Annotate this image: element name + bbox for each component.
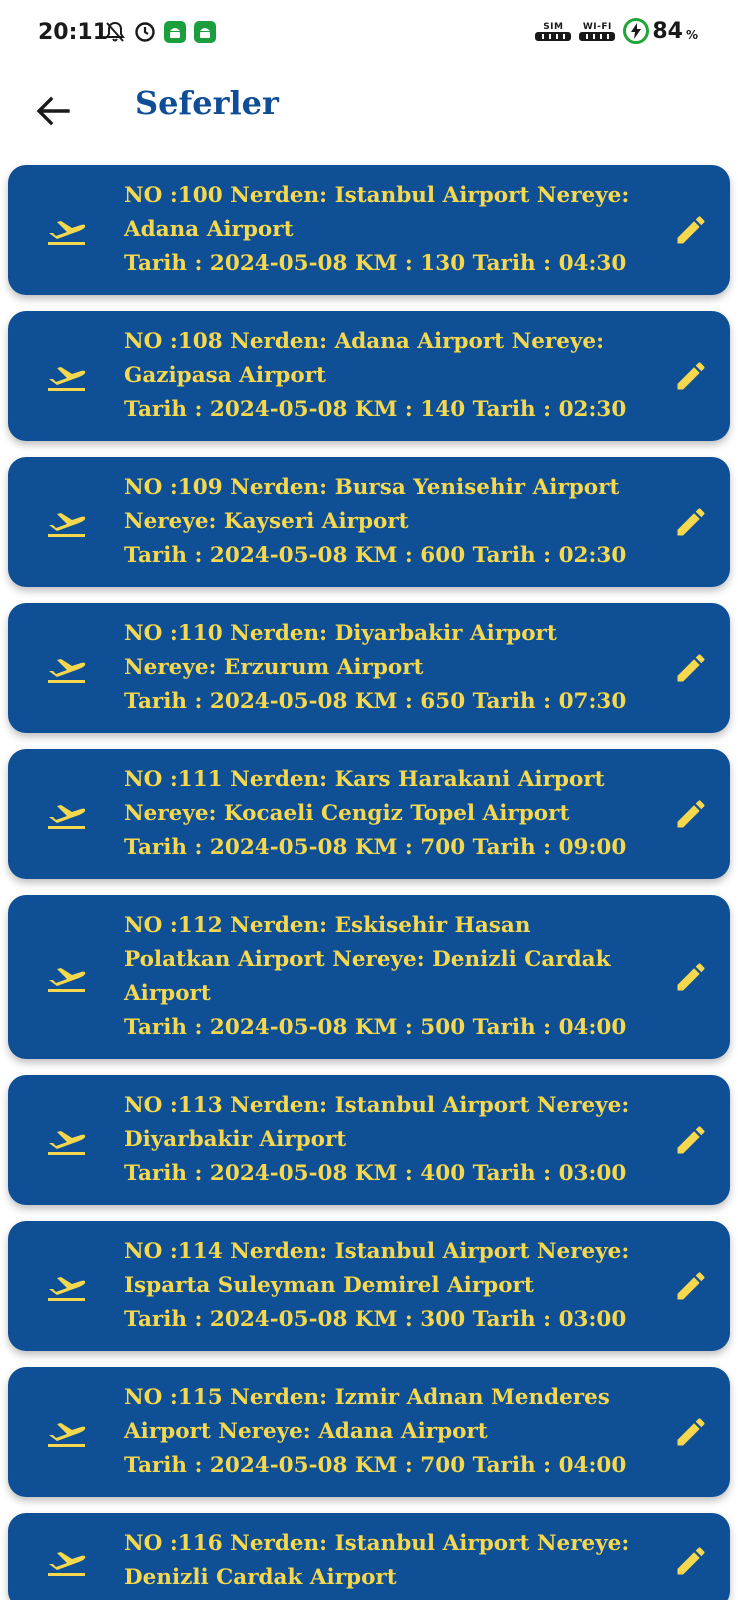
flight-details: NO :112 Nerden: Eskisehir Hasan Polatkan… (124, 909, 652, 1045)
flight-date-text: Tarih : 2024-05-08 KM : 140 Tarih : 02:3… (124, 397, 627, 422)
flight-route-text: NO :114 Nerden: Istanbul Airport Nereye:… (124, 1239, 630, 1298)
edit-pencil-icon (677, 362, 705, 390)
bell-off-icon (104, 20, 126, 44)
edit-button[interactable] (652, 1414, 730, 1450)
flight-date-text: Tarih : 2024-05-08 KM : 700 Tarih : 09:0… (124, 835, 627, 860)
edit-button[interactable] (652, 358, 730, 394)
flight-details: NO :116 Nerden: Istanbul Airport Nereye:… (124, 1527, 652, 1595)
flight-card[interactable]: NO :113 Nerden: Istanbul Airport Nereye:… (8, 1075, 730, 1205)
status-time: 20:11 (38, 20, 109, 45)
flight-date-text: Tarih : 2024-05-08 KM : 500 Tarih : 04:0… (124, 1015, 627, 1040)
back-button[interactable] (30, 88, 76, 134)
flight-takeoff-icon (8, 1124, 124, 1156)
flight-date-text: Tarih : 2024-05-08 KM : 650 Tarih : 07:3… (124, 689, 627, 714)
flight-route-text: NO :109 Nerden: Bursa Yenisehir Airport … (124, 475, 620, 534)
flight-card[interactable]: NO :112 Nerden: Eskisehir Hasan Polatkan… (8, 895, 730, 1059)
sim-signal-icon: SIM (535, 22, 572, 41)
flight-route-text: NO :108 Nerden: Adana Airport Nereye: Ga… (124, 329, 605, 388)
edit-button[interactable] (652, 1268, 730, 1304)
app-bar: Seferler (0, 66, 738, 166)
flight-takeoff-icon (8, 1416, 124, 1448)
edit-button[interactable] (652, 1122, 730, 1158)
edit-pencil-icon (677, 963, 705, 991)
flight-details: NO :109 Nerden: Bursa Yenisehir Airport … (124, 471, 652, 573)
flight-card[interactable]: NO :109 Nerden: Bursa Yenisehir Airport … (8, 457, 730, 587)
flight-route-text: NO :100 Nerden: Istanbul Airport Nereye:… (124, 183, 630, 242)
flight-details: NO :113 Nerden: Istanbul Airport Nereye:… (124, 1089, 652, 1191)
flight-takeoff-icon (8, 214, 124, 246)
flight-list: NO :100 Nerden: Istanbul Airport Nereye:… (8, 165, 730, 1600)
flight-card[interactable]: NO :100 Nerden: Istanbul Airport Nereye:… (8, 165, 730, 295)
flight-takeoff-icon (8, 1270, 124, 1302)
flight-card[interactable]: NO :108 Nerden: Adana Airport Nereye: Ga… (8, 311, 730, 441)
flight-takeoff-icon (8, 360, 124, 392)
battery-charging-icon (623, 18, 650, 44)
edit-button[interactable] (652, 959, 730, 995)
flight-route-text: NO :115 Nerden: Izmir Adnan Menderes Air… (124, 1385, 610, 1444)
wifi-signal-icon: WI-FI (579, 22, 616, 41)
edit-pencil-icon (677, 800, 705, 828)
edit-pencil-icon (677, 1272, 705, 1300)
edit-pencil-icon (677, 1547, 705, 1575)
page-title: Seferler (135, 84, 279, 122)
arrow-back-icon (36, 96, 70, 126)
edit-pencil-icon (677, 216, 705, 244)
edit-pencil-icon (677, 654, 705, 682)
flight-card[interactable]: NO :116 Nerden: Istanbul Airport Nereye:… (8, 1513, 730, 1600)
status-bar: 20:11 SIM WI-FI 84 % (0, 0, 738, 66)
edit-button[interactable] (652, 796, 730, 832)
flight-takeoff-icon (8, 961, 124, 993)
android-app-icon (164, 21, 186, 43)
edit-pencil-icon (677, 508, 705, 536)
flight-details: NO :115 Nerden: Izmir Adnan Menderes Air… (124, 1381, 652, 1483)
edit-button[interactable] (652, 212, 730, 248)
flight-takeoff-icon (8, 798, 124, 830)
flight-details: NO :111 Nerden: Kars Harakani Airport Ne… (124, 763, 652, 865)
flight-takeoff-icon (8, 1545, 124, 1577)
flight-card[interactable]: NO :110 Nerden: Diyarbakir Airport Nerey… (8, 603, 730, 733)
edit-button[interactable] (652, 1543, 730, 1579)
edit-pencil-icon (677, 1418, 705, 1446)
flight-date-text: Tarih : 2024-05-08 KM : 300 Tarih : 03:0… (124, 1307, 627, 1332)
flight-card[interactable]: NO :114 Nerden: Istanbul Airport Nereye:… (8, 1221, 730, 1351)
flight-details: NO :110 Nerden: Diyarbakir Airport Nerey… (124, 617, 652, 719)
edit-button[interactable] (652, 650, 730, 686)
battery-percent: 84 (652, 18, 683, 44)
flight-route-text: NO :116 Nerden: Istanbul Airport Nereye:… (124, 1531, 630, 1590)
alarm-clock-icon (134, 20, 156, 44)
flight-details: NO :108 Nerden: Adana Airport Nereye: Ga… (124, 325, 652, 427)
flight-date-text: Tarih : 2024-05-08 KM : 700 Tarih : 04:0… (124, 1453, 627, 1478)
flight-route-text: NO :110 Nerden: Diyarbakir Airport Nerey… (124, 621, 557, 680)
flight-takeoff-icon (8, 652, 124, 684)
edit-pencil-icon (677, 1126, 705, 1154)
status-notification-icons (104, 20, 216, 44)
status-system-icons: SIM WI-FI 84 % (535, 18, 698, 44)
flight-date-text: Tarih : 2024-05-08 KM : 400 Tarih : 03:0… (124, 1161, 627, 1186)
flight-date-text: Tarih : 2024-05-08 KM : 130 Tarih : 04:3… (124, 251, 627, 276)
flight-card[interactable]: NO :115 Nerden: Izmir Adnan Menderes Air… (8, 1367, 730, 1497)
flight-route-text: NO :111 Nerden: Kars Harakani Airport Ne… (124, 767, 605, 826)
battery-indicator: 84 % (623, 18, 698, 44)
flight-details: NO :114 Nerden: Istanbul Airport Nereye:… (124, 1235, 652, 1337)
flight-date-text: Tarih : 2024-05-08 KM : 600 Tarih : 02:3… (124, 543, 627, 568)
flight-route-text: NO :112 Nerden: Eskisehir Hasan Polatkan… (124, 913, 611, 1006)
flight-details: NO :100 Nerden: Istanbul Airport Nereye:… (124, 179, 652, 281)
edit-button[interactable] (652, 504, 730, 540)
flight-takeoff-icon (8, 506, 124, 538)
flight-route-text: NO :113 Nerden: Istanbul Airport Nereye:… (124, 1093, 630, 1152)
android-app-icon (194, 21, 216, 43)
flight-card[interactable]: NO :111 Nerden: Kars Harakani Airport Ne… (8, 749, 730, 879)
